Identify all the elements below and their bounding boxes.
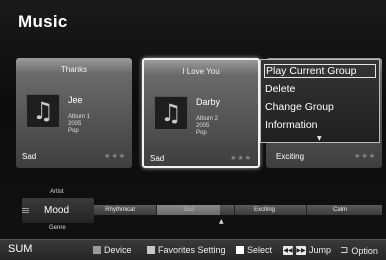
artist-name: Jee <box>68 95 83 105</box>
hint-label: Jump <box>309 245 332 255</box>
rating-stars: ★★★ <box>354 152 376 160</box>
fast-forward-icon: ▶▶ <box>296 245 306 255</box>
album-card[interactable]: Thanks ♫ Jee Album 1 2005 Pop Sad ★★★ <box>16 58 132 168</box>
list-icon <box>22 208 29 213</box>
hint-label: Select <box>247 245 273 255</box>
category-option-genre[interactable]: Genre <box>49 225 66 231</box>
track-title: Thanks <box>60 65 88 74</box>
album-card-focused[interactable]: I Love You ♫ Darby Album 2 2005 Pop Sad … <box>142 58 260 168</box>
scroll-down-arrow-icon[interactable]: ▼ <box>317 135 322 142</box>
album-year: 2005 <box>68 121 82 127</box>
hint-select[interactable]: Select <box>236 245 272 255</box>
mood-segment-sad[interactable]: Sad <box>157 205 220 215</box>
tools-icon: ⊐ <box>340 245 349 256</box>
status-bar: SUM Device Favorites Setting Select ◀◀ ▶… <box>0 239 386 260</box>
hint-device[interactable]: Device <box>93 245 132 255</box>
music-note-icon: ♫ <box>154 96 188 130</box>
rating-stars: ★★★ <box>104 152 126 160</box>
hint-jump[interactable]: ◀◀ ▶▶ Jump <box>283 245 331 255</box>
album-name: Album 1 <box>68 114 91 120</box>
hint-label: Device <box>104 245 132 255</box>
menu-item-play-current-group[interactable]: Play Current Group <box>264 64 376 78</box>
mood-bar: Rhythmical Sad Exciting Calm <box>94 205 382 215</box>
album-meta: Album 1 2005 Pop <box>68 114 90 135</box>
mood-segment-calm[interactable]: Calm <box>307 205 373 215</box>
pointer-up-icon: ▲ <box>219 218 224 225</box>
album-meta: Album 2 2005 Pop <box>196 116 218 137</box>
mood-label: Sad <box>150 154 165 163</box>
gray-button-icon <box>93 246 101 254</box>
light-gray-button-icon <box>147 246 155 254</box>
category-option-artist[interactable]: Artist <box>50 189 64 195</box>
hint-favorites-setting[interactable]: Favorites Setting <box>147 245 226 255</box>
track-title: I Love You <box>182 67 220 76</box>
album-genre: Pop <box>196 130 207 136</box>
menu-item-delete[interactable]: Delete <box>264 82 376 96</box>
hint-label: Option <box>351 245 378 256</box>
rewind-icon: ◀◀ <box>283 245 293 255</box>
album-name: Album 2 <box>196 116 219 122</box>
album-genre: Pop <box>68 128 79 134</box>
menu-item-change-group[interactable]: Change Group <box>264 100 376 114</box>
hint-label: Favorites Setting <box>158 245 226 255</box>
context-menu: Play Current Group Delete Change Group I… <box>260 59 380 143</box>
music-note-icon: ♫ <box>26 94 60 128</box>
source-label: SUM <box>8 243 33 255</box>
mood-label: Sad <box>22 152 37 161</box>
page-title: Music <box>18 12 68 31</box>
hint-option[interactable]: ⊐ Option <box>340 245 378 256</box>
white-button-icon <box>236 246 244 254</box>
mood-segment-rhythmical[interactable]: Rhythmical <box>94 205 146 215</box>
menu-item-information[interactable]: Information <box>264 118 376 132</box>
mood-label: Exciting <box>276 152 305 161</box>
artist-name: Darby <box>196 97 221 107</box>
category-current[interactable]: Mood <box>44 205 69 216</box>
album-year: 2005 <box>196 123 210 129</box>
mood-segment-exciting[interactable]: Exciting <box>235 205 294 215</box>
rating-stars: ★★★ <box>230 154 252 162</box>
